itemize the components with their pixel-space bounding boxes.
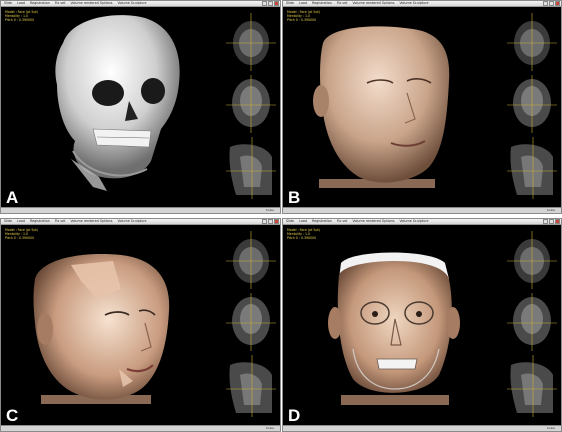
face-skull-transparent-view[interactable] [283, 219, 498, 426]
coronal-slice-view[interactable] [507, 75, 557, 133]
panel-d: Slide Load Registration Fix set Volume r… [282, 218, 562, 432]
panel-label: C [6, 406, 19, 425]
panel-label: A [6, 188, 19, 207]
scale-label: Scale [546, 208, 555, 212]
close-button[interactable] [555, 219, 560, 224]
sagittal-slice-view[interactable] [226, 137, 276, 199]
maximize-button[interactable] [268, 219, 273, 224]
coronal-slice-view[interactable] [507, 293, 557, 351]
axial-slice-view[interactable] [226, 13, 276, 71]
close-button[interactable] [274, 219, 279, 224]
scale-label: Scale [546, 426, 555, 430]
minimize-button[interactable] [543, 219, 548, 224]
status-bar: Scale [283, 425, 561, 431]
maximize-button[interactable] [549, 219, 554, 224]
window-controls [262, 1, 279, 6]
panel-a: Slide Load Registration Fix set Volume r… [0, 0, 281, 214]
minimize-button[interactable] [543, 1, 548, 6]
maximize-button[interactable] [549, 1, 554, 6]
close-button[interactable] [274, 1, 279, 6]
scale-label: Scale [265, 426, 274, 430]
axial-slice-view[interactable] [507, 13, 557, 71]
sagittal-slice-view[interactable] [507, 137, 557, 199]
axial-slice-view[interactable] [226, 231, 276, 289]
status-bar: Scale [283, 207, 561, 213]
sagittal-slice-view[interactable] [507, 355, 557, 417]
panel-b: Slide Load Registration Fix set Volume r… [282, 0, 562, 214]
skull-3d-view[interactable] [1, 1, 216, 208]
status-bar: Scale [1, 207, 280, 213]
axial-slice-view[interactable] [507, 231, 557, 289]
status-bar: Scale [1, 425, 280, 431]
panel-c: Slide Load Registration Fix set Volume r… [0, 218, 281, 432]
maximize-button[interactable] [268, 1, 273, 6]
window-controls [543, 1, 560, 6]
panel-label: B [288, 188, 301, 207]
close-button[interactable] [555, 1, 560, 6]
face-photo-overlay-view[interactable] [1, 219, 216, 426]
minimize-button[interactable] [262, 219, 267, 224]
coronal-slice-view[interactable] [226, 75, 276, 133]
minimize-button[interactable] [262, 1, 267, 6]
window-controls [262, 219, 279, 224]
coronal-slice-view[interactable] [226, 293, 276, 351]
scale-label: Scale [265, 208, 274, 212]
window-controls [543, 219, 560, 224]
face-3d-view[interactable] [283, 1, 498, 208]
panel-label: D [288, 406, 301, 425]
sagittal-slice-view[interactable] [226, 355, 276, 417]
